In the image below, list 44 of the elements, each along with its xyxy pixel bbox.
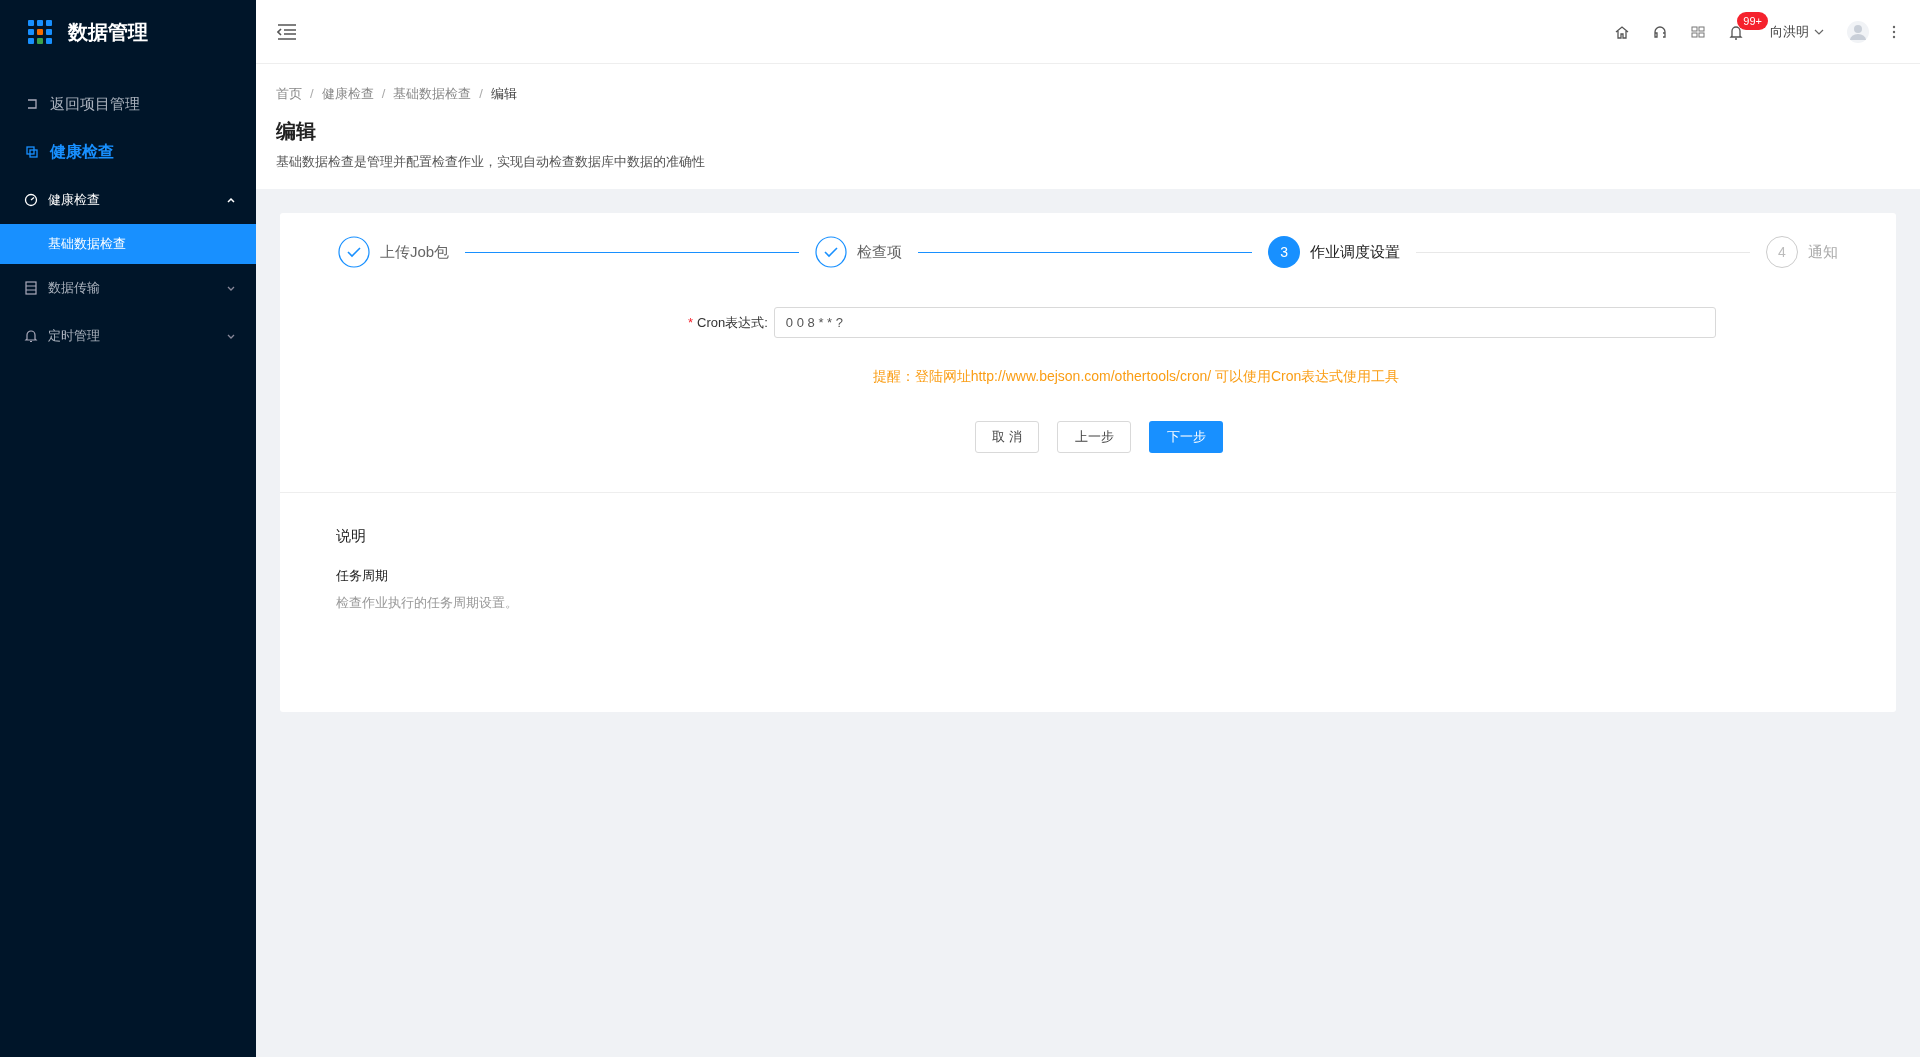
step: 3 作业调度设置 bbox=[1268, 236, 1401, 268]
notification-badge: 99+ bbox=[1737, 11, 1768, 30]
page-description: 基础数据检查是管理并配置检查作业，实现自动检查数据库中数据的准确性 bbox=[276, 152, 706, 171]
app-title: 数据管理 bbox=[68, 20, 148, 45]
list-icon bbox=[24, 281, 38, 295]
cron-input[interactable]: 0 0 8 * * ? bbox=[773, 307, 1716, 338]
step: 检查项 bbox=[815, 236, 903, 268]
section-text: 检查作业执行的任务周期设置。 bbox=[336, 594, 519, 612]
headset-icon[interactable] bbox=[1652, 23, 1668, 40]
user-menu[interactable]: 向洪明 bbox=[1770, 21, 1824, 42]
field-label: * Cron表达式: bbox=[688, 313, 768, 332]
bell-icon[interactable] bbox=[1728, 23, 1744, 40]
return-icon bbox=[26, 98, 38, 110]
copy-icon bbox=[26, 146, 38, 158]
menu-fold-icon[interactable] bbox=[277, 22, 297, 41]
section-header: 健康检查 bbox=[0, 128, 256, 176]
menu-item[interactable]: 健康检查 bbox=[0, 176, 256, 224]
chevron-down-icon bbox=[1814, 27, 1824, 36]
check-icon bbox=[338, 236, 370, 268]
breadcrumb-link[interactable]: 基础数据检查 bbox=[393, 84, 472, 104]
check-icon bbox=[815, 236, 848, 268]
section-heading: 任务周期 bbox=[336, 566, 389, 585]
action-button[interactable]: 上一步 bbox=[1057, 421, 1131, 453]
required-mark: * bbox=[688, 314, 694, 330]
more-icon[interactable] bbox=[1892, 23, 1896, 40]
breadcrumb-separator: / bbox=[310, 85, 314, 103]
logo-icon bbox=[28, 20, 52, 44]
action-button[interactable]: 取 消 bbox=[975, 421, 1039, 453]
breadcrumb-link[interactable]: 首页 bbox=[276, 84, 302, 104]
tip-text: 提醒：登陆网址http://www.bejson.com/othertools/cron/ 可以使用Cron表达式使用工具 bbox=[871, 367, 1401, 386]
gauge-icon bbox=[24, 193, 38, 207]
page-title: 编辑 bbox=[276, 118, 317, 144]
breadcrumb-link[interactable]: 健康检查 bbox=[321, 84, 374, 104]
grid-icon[interactable] bbox=[1690, 23, 1706, 40]
menu-item[interactable]: 定时管理 bbox=[0, 312, 256, 360]
step: 4 通知 bbox=[1766, 236, 1838, 268]
breadcrumb-separator: / bbox=[381, 85, 386, 103]
bell-icon bbox=[24, 329, 38, 343]
breadcrumb-separator: / bbox=[479, 85, 483, 103]
back-link[interactable]: 返回项目管理 bbox=[0, 80, 256, 128]
step-number: 3 bbox=[1268, 236, 1301, 268]
section-title: 说明 bbox=[336, 526, 367, 546]
menu-item[interactable]: 数据传输 bbox=[0, 264, 256, 312]
step: 上传Job包 bbox=[338, 236, 450, 268]
